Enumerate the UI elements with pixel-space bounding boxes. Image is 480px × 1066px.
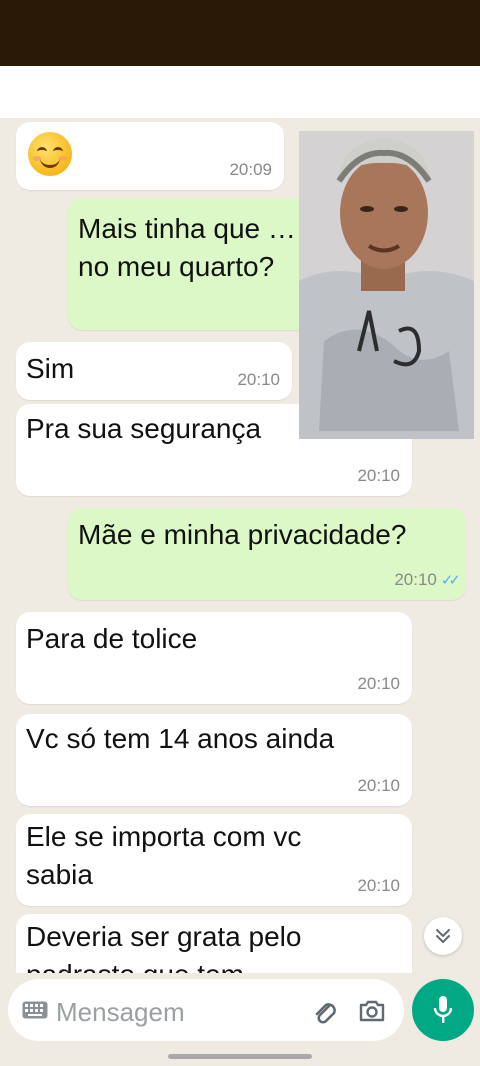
read-ticks-icon: ✓✓ — [440, 572, 461, 589]
message-text: Ele se importa com vc sabia — [26, 821, 302, 890]
message-bubble-outgoing[interactable]: Mãe e minha privacidade? 20:10 ✓✓ — [68, 508, 466, 600]
message-composer: Mensagem — [0, 973, 480, 1066]
attach-icon[interactable] — [312, 997, 338, 1025]
message-time: 20:10 — [237, 370, 280, 389]
keyboard-icon[interactable] — [22, 1001, 48, 1019]
home-indicator — [168, 1054, 312, 1059]
message-bubble-incoming[interactable]: Ele se importa com vc sabia 20:10 — [16, 814, 412, 906]
message-text: Vc só tem 14 anos ainda — [26, 723, 335, 754]
camera-icon[interactable] — [358, 999, 386, 1023]
message-bubble-incoming[interactable]: Sim 20:10 — [16, 342, 292, 400]
message-text: Deveria ser grata pelo padrasto que tem — [26, 921, 302, 973]
message-time: 20:10 — [357, 776, 400, 795]
message-text: Mãe e minha privacidade? — [78, 519, 407, 550]
message-bubble-incoming[interactable]: Deveria ser grata pelo padrasto que tem — [16, 914, 412, 973]
status-bar — [0, 0, 480, 66]
message-time: 20:10 ✓✓ — [394, 570, 461, 590]
message-bubble-incoming[interactable]: Vc só tem 14 anos ainda 20:10 — [16, 714, 412, 806]
message-time: 20:10 — [357, 876, 400, 895]
message-input-placeholder: Mensagem — [56, 997, 185, 1027]
scroll-to-bottom-button[interactable] — [424, 917, 462, 955]
message-bubble-emoji[interactable]: 20:09 — [16, 122, 284, 190]
double-chevron-down-icon — [436, 929, 450, 943]
message-bubble-incoming[interactable]: Para de tolice 20:10 — [16, 612, 412, 704]
video-overlay — [299, 131, 474, 439]
smiling-face-emoji — [28, 132, 72, 176]
message-time: 20:10 — [357, 674, 400, 693]
message-text: Sim — [26, 353, 75, 384]
mic-icon — [433, 996, 453, 1023]
message-time: 20:10 — [357, 466, 400, 485]
app-header — [0, 66, 480, 118]
message-input[interactable]: Mensagem — [8, 979, 404, 1041]
message-text: Mais tinha que … no meu quarto? — [78, 213, 296, 282]
message-text: Pra sua segurança — [26, 413, 262, 444]
person-video-frame — [299, 131, 474, 439]
voice-message-button[interactable] — [412, 979, 474, 1041]
message-time-label: 20:10 — [394, 570, 437, 589]
message-time: 20:09 — [229, 160, 272, 179]
message-text: Para de tolice — [26, 623, 198, 654]
